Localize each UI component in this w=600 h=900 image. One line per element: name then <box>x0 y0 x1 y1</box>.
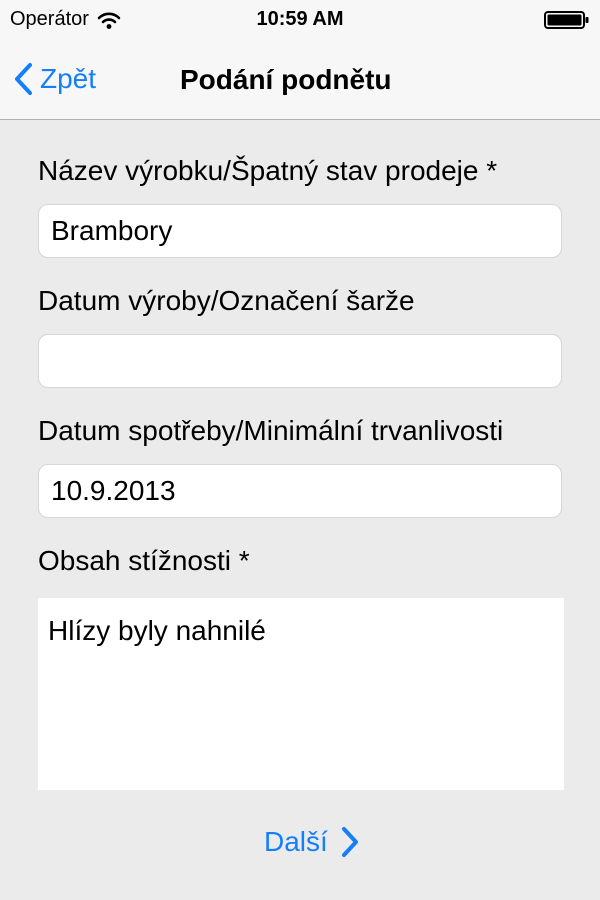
product-field[interactable] <box>38 204 562 258</box>
back-button-label: Zpět <box>40 63 97 94</box>
product-label: Název výrobku/Špatný stav prodeje * <box>38 155 498 186</box>
chevron-right-icon <box>341 827 358 857</box>
complaint-textarea[interactable]: Hlízy byly nahnilé <box>38 598 564 790</box>
next-button-label: Další <box>264 826 328 857</box>
complaint-form: Název výrobku/Špatný stav prodeje * Datu… <box>38 120 578 790</box>
page-title: Podání podnětu <box>180 64 392 95</box>
batch-field[interactable] <box>38 334 562 388</box>
expiry-field[interactable] <box>38 464 562 518</box>
back-button[interactable]: Zpět <box>12 62 96 96</box>
expiry-label: Datum spotřeby/Minimální trvanlivosti <box>38 415 504 446</box>
navigation-bar: Zpět Podání podnětu <box>0 40 600 120</box>
next-button[interactable]: Další <box>264 826 360 858</box>
status-time: 10:59 AM <box>256 8 344 30</box>
complaint-label: Obsah stížnosti * <box>38 545 250 576</box>
status-bar: Operátor 10:59 AM <box>0 0 600 40</box>
chevron-left-icon <box>15 63 32 95</box>
battery-icon <box>544 11 589 29</box>
batch-label: Datum výroby/Označení šarže <box>38 285 415 316</box>
